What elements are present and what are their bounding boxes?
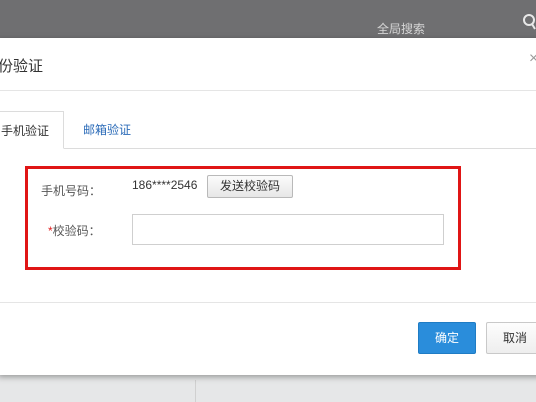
tab-email-verification[interactable]: 邮箱验证: [83, 111, 131, 149]
app-header: [0, 0, 536, 40]
cancel-button[interactable]: 取消: [486, 322, 536, 354]
footer-divider: [0, 302, 536, 303]
global-search-link[interactable]: 全局搜索: [377, 20, 425, 37]
tabs-divider: [0, 148, 536, 149]
search-icon[interactable]: [522, 14, 536, 30]
app-background-panel: [0, 375, 536, 402]
tab-phone-verification[interactable]: 手机验证: [0, 111, 64, 149]
close-icon[interactable]: ×: [529, 50, 536, 68]
title-divider: [0, 90, 536, 91]
verification-dialog: 份验证 × 手机验证 邮箱验证 手机号码： 186****2546 发送校验码 …: [0, 38, 536, 375]
verification-tabs: 手机验证 邮箱验证: [0, 111, 536, 149]
dialog-title: 份验证: [0, 58, 44, 75]
highlight-annotation-box: [25, 166, 461, 270]
background-divider: [195, 380, 196, 402]
confirm-button[interactable]: 确定: [418, 322, 476, 354]
